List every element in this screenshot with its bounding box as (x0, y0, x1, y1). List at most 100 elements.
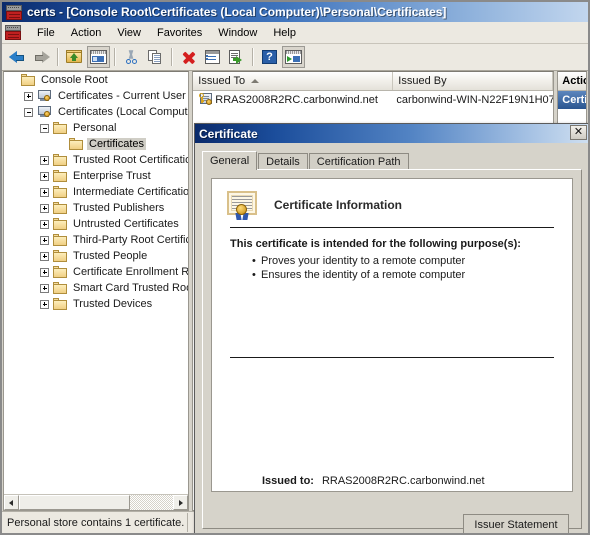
tree-item-trusted-root-certification[interactable]: Trusted Root Certification (4, 152, 188, 168)
console-tree[interactable]: Console Root Certificates - Current User C… (4, 72, 188, 495)
actions-pane-section-certificates[interactable]: Certificates (558, 91, 586, 109)
tree-item-intermediate-certification[interactable]: Intermediate Certification (4, 184, 188, 200)
menubar: File Action View Favorites Window Help (2, 22, 588, 44)
tab-details[interactable]: Details (258, 153, 308, 170)
expand-icon[interactable] (40, 187, 49, 197)
tree-item-label: Trusted Root Certification (73, 154, 189, 166)
collapse-icon[interactable] (40, 123, 49, 133)
folder-icon (53, 122, 67, 134)
tree-item-label: Smart Card Trusted Roots (73, 282, 189, 294)
help-button[interactable]: ? (258, 46, 281, 68)
folder-icon (53, 218, 67, 230)
issuer-statement-button[interactable]: Issuer Statement (463, 514, 569, 533)
scroll-left-button[interactable] (4, 495, 19, 510)
certificate-dialog: Certificate ✕ General Details Certificat… (194, 123, 588, 533)
certificate-info-title: Certificate Information (274, 198, 403, 212)
tree-item-certificates-local-computer[interactable]: Certificates (Local Computer) (4, 104, 188, 120)
dialog-titlebar[interactable]: Certificate ✕ (195, 124, 588, 143)
divider-bottom (230, 357, 554, 358)
scroll-track[interactable] (19, 495, 174, 510)
tab-page-general: Certificate Information This certificate… (202, 169, 582, 533)
tree-item-certificates[interactable]: Certificates (4, 136, 188, 152)
tree-item-certificate-enrollment-req[interactable]: Certificate Enrollment Req (4, 264, 188, 280)
tree-item-trusted-publishers[interactable]: Trusted Publishers (4, 200, 188, 216)
red-x-icon (181, 50, 196, 64)
column-header-issued-by[interactable]: Issued By (393, 72, 554, 90)
console-tree-icon (90, 50, 107, 64)
menu-item-view[interactable]: View (109, 25, 149, 41)
expand-icon[interactable] (40, 171, 49, 181)
collapse-icon[interactable] (24, 107, 33, 117)
export-list-icon (229, 50, 244, 64)
properties-button[interactable] (201, 46, 224, 68)
expand-icon[interactable] (40, 155, 49, 165)
tree-horizontal-scrollbar[interactable] (4, 494, 189, 510)
list-item: Ensures the identity of a remote compute… (252, 268, 572, 282)
expand-icon[interactable] (40, 283, 49, 293)
window-title: certs - [Console Root\Certificates (Loca… (27, 5, 447, 19)
copy-button[interactable] (144, 46, 167, 68)
expand-icon[interactable] (40, 219, 49, 229)
tree-item-untrusted-certificates[interactable]: Untrusted Certificates (4, 216, 188, 232)
sort-ascending-icon (251, 79, 260, 83)
certificate-seal-icon (226, 191, 260, 220)
folder-icon (53, 250, 67, 262)
purpose-list: Proves your identity to a remote compute… (252, 254, 572, 282)
menu-item-window[interactable]: Window (210, 25, 265, 41)
folder-icon (53, 170, 67, 182)
toolbar-separator-3 (171, 48, 173, 66)
tree-item-smart-card-trusted-roots[interactable]: Smart Card Trusted Roots (4, 280, 188, 296)
tree-item-trusted-devices[interactable]: Trusted Devices (4, 296, 188, 312)
tree-item-label: Certificates (Local Computer) (58, 106, 189, 118)
expand-icon[interactable] (40, 267, 49, 277)
mmc-console-icon (6, 4, 22, 20)
forward-button[interactable] (30, 46, 53, 68)
column-header-issued-to[interactable]: Issued To (193, 72, 394, 90)
tree-item-enterprise-trust[interactable]: Enterprise Trust (4, 168, 188, 184)
menu-item-action[interactable]: Action (63, 25, 110, 41)
tree-item-label: Untrusted Certificates (73, 218, 179, 230)
cell-issued-by: carbonwind-WIN-N22F19N1H07 (391, 94, 553, 106)
tree-item-certificates-current-user[interactable]: Certificates - Current User (4, 88, 188, 104)
tree-item-personal[interactable]: Personal (4, 120, 188, 136)
up-one-level-button[interactable] (63, 46, 86, 68)
scroll-thumb[interactable] (19, 495, 131, 510)
tree-item-third-party-root-certificat[interactable]: Third-Party Root Certificat (4, 232, 188, 248)
tree-item-label: Console Root (41, 74, 108, 86)
table-row[interactable]: RRAS2008R2RC.carbonwind.net carbonwind-W… (193, 91, 553, 108)
close-icon[interactable]: ✕ (570, 125, 587, 140)
toolbar: ? (2, 44, 588, 71)
tree-item-label: Trusted Publishers (73, 202, 165, 214)
cell-issued-by-text: carbonwind-WIN-N22F19N1H07 (396, 93, 554, 106)
menu-item-favorites[interactable]: Favorites (149, 25, 210, 41)
expand-icon[interactable] (40, 251, 49, 261)
column-header-issued-to-label: Issued To (198, 75, 246, 87)
menu-item-help[interactable]: Help (265, 25, 304, 41)
tree-item-label: Third-Party Root Certificat (73, 234, 189, 246)
show-hide-action-pane-button[interactable] (282, 46, 305, 68)
certificate-info-panel: Certificate Information This certificate… (211, 178, 573, 492)
cut-button[interactable] (120, 46, 143, 68)
expand-icon[interactable] (24, 91, 33, 101)
properties-icon (205, 50, 220, 64)
back-button[interactable] (6, 46, 29, 68)
cert-store-icon (37, 105, 52, 119)
expand-icon[interactable] (40, 235, 49, 245)
expand-icon[interactable] (40, 203, 49, 213)
tab-general[interactable]: General (202, 151, 258, 170)
tree-item-trusted-people[interactable]: Trusted People (4, 248, 188, 264)
window-titlebar[interactable]: certs - [Console Root\Certificates (Loca… (2, 2, 588, 22)
export-button[interactable] (225, 46, 248, 68)
expand-icon[interactable] (40, 299, 49, 309)
tree-item-console-root[interactable]: Console Root (4, 72, 188, 88)
show-hide-console-tree-button[interactable] (87, 46, 110, 68)
tab-certification-path[interactable]: Certification Path (308, 153, 409, 170)
purpose-heading: This certificate is intended for the fol… (230, 238, 521, 250)
mmc-system-menu-icon[interactable] (5, 25, 21, 40)
menu-item-file[interactable]: File (29, 25, 63, 41)
folder-icon (53, 154, 67, 166)
folder-icon (53, 266, 67, 278)
scroll-right-button[interactable] (173, 495, 189, 510)
delete-button[interactable] (177, 46, 200, 68)
